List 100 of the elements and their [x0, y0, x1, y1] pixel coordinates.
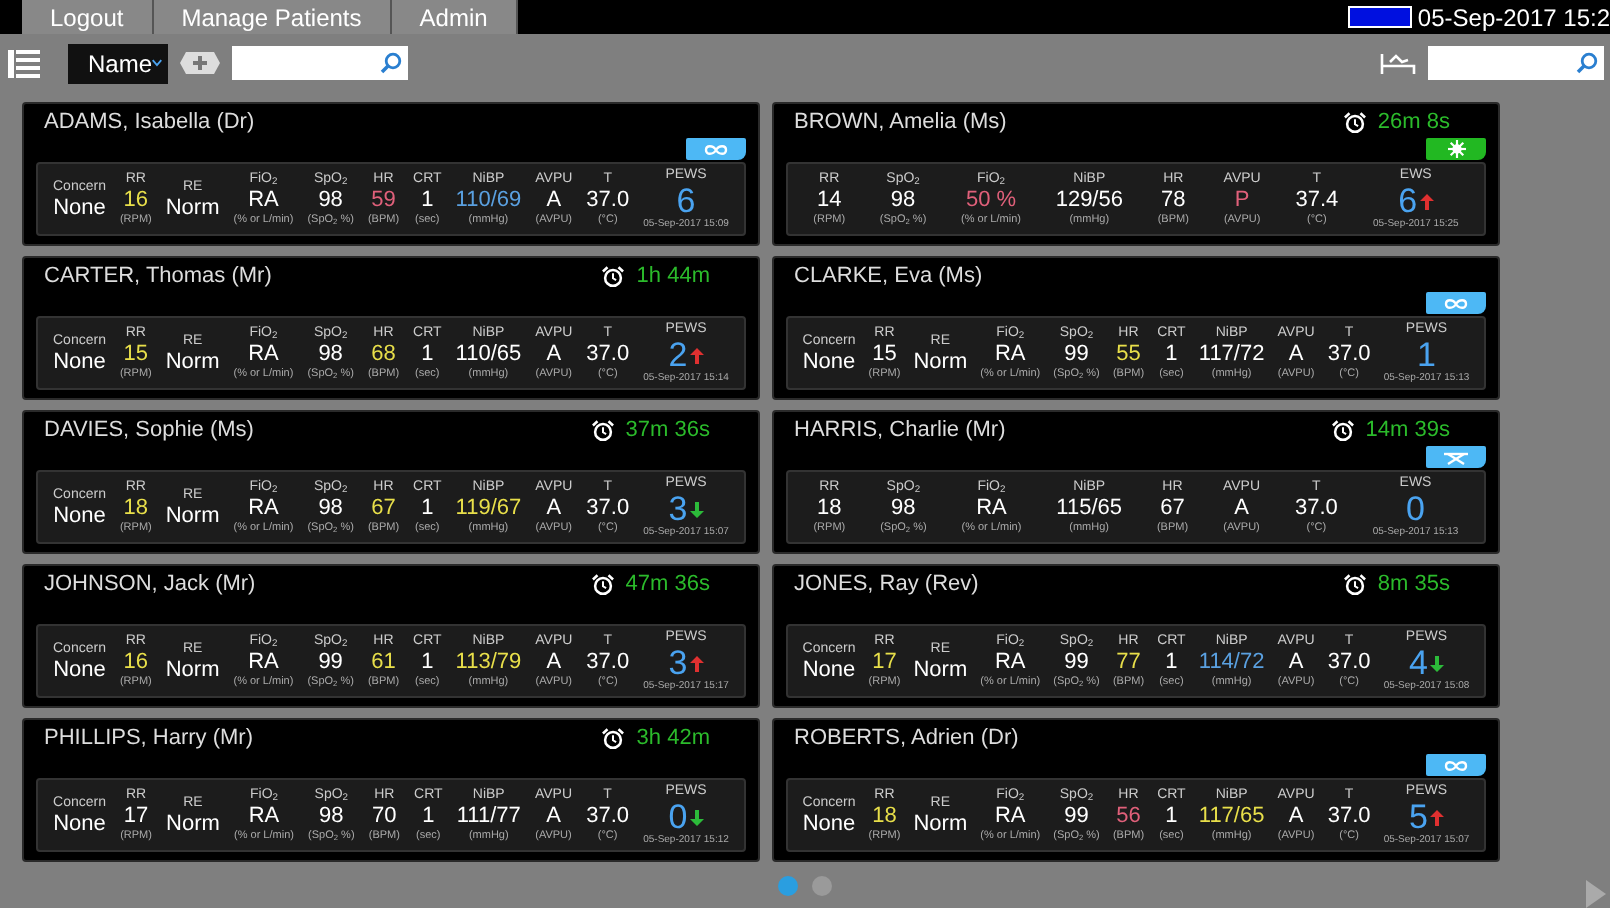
score-value: 6: [1398, 184, 1418, 218]
vital-value: 1: [421, 496, 434, 520]
patient-card[interactable]: [22, 718, 760, 862]
vital-value: 14: [816, 188, 842, 212]
list-icon[interactable]: [8, 47, 40, 79]
vital-value: 1: [421, 650, 434, 674]
bed-icon[interactable]: [1380, 51, 1416, 75]
page-dot[interactable]: [812, 875, 832, 895]
vital-value: A: [546, 650, 562, 674]
patient-card[interactable]: [22, 410, 760, 554]
vital-value: 1: [421, 342, 434, 366]
page-dot[interactable]: [778, 875, 798, 895]
vital-value: 37.4: [1295, 188, 1339, 212]
alarm-clock-icon: [1331, 419, 1354, 441]
vital-value: 15: [123, 342, 149, 366]
vital-value: RA: [994, 804, 1026, 828]
patient-name: CLARKE, Eva (Ms): [792, 264, 983, 288]
vital-value: A: [1288, 342, 1304, 366]
timer: 3h 42m: [636, 726, 710, 750]
vital-value: 110/69: [455, 188, 522, 212]
vital-value: 98: [891, 496, 916, 520]
vital-value: RA: [248, 650, 279, 674]
vital-value: A: [546, 496, 562, 520]
vital-value: 59: [371, 188, 396, 212]
alarm-clock-icon: [602, 727, 625, 749]
vital-value: 111/77: [456, 804, 521, 828]
vital-value: 37.0: [1294, 496, 1338, 520]
vital-value: 15: [872, 342, 897, 366]
vital-value: 17: [872, 650, 897, 674]
vital-value: 67: [1160, 496, 1185, 520]
patient-name: DAVIES, Sophie (Ms): [42, 418, 254, 442]
vital-value: Norm: [166, 812, 220, 836]
patient-card[interactable]: [22, 256, 760, 400]
vital-value: RA: [248, 342, 279, 366]
vital-value: A: [546, 188, 562, 212]
search-icon[interactable]: [1576, 52, 1598, 74]
vital-value: Norm: [913, 350, 968, 374]
vital-value: 68: [371, 342, 396, 366]
alarm-clock-icon: [1343, 573, 1366, 595]
vital-value: None: [53, 196, 106, 220]
score-value: 2: [668, 338, 688, 372]
score-value: 1: [1417, 338, 1436, 372]
vital-value: None: [53, 812, 106, 836]
score-value: 0: [1406, 492, 1425, 526]
patient-name: CARTER, Thomas (Mr): [42, 264, 272, 288]
nav-tab[interactable]: Logout: [22, 0, 154, 34]
vital-value: 67: [371, 496, 396, 520]
alarm-clock-icon: [591, 573, 614, 595]
nav-tab[interactable]: Manage Patients: [153, 0, 392, 34]
patient-name: BROWN, Amelia (Ms): [792, 110, 1007, 134]
add-icon[interactable]: [180, 48, 220, 78]
vital-value: 110/65: [455, 342, 522, 366]
vital-value: None: [802, 812, 856, 836]
vital-value: 17: [123, 804, 149, 828]
patient-card[interactable]: [22, 564, 760, 708]
vital-value: 129/56: [1055, 188, 1123, 212]
vital-value: 70: [372, 804, 397, 828]
patient-name: HARRIS, Charlie (Mr): [792, 418, 1006, 442]
vital-value: 37.0: [1327, 342, 1371, 366]
search-field[interactable]: [1428, 46, 1604, 80]
vital-value: 61: [371, 650, 396, 674]
sun-icon: [1447, 140, 1465, 158]
search-field[interactable]: [232, 46, 408, 80]
infinity-icon: [1444, 759, 1468, 771]
vital-value: RA: [248, 188, 279, 212]
vital-value: None: [53, 504, 106, 528]
vital-value: None: [53, 658, 106, 682]
vital-value: Norm: [913, 812, 968, 836]
vital-value: None: [802, 350, 856, 374]
vital-value: RA: [976, 496, 1007, 520]
vital-value: RA: [994, 342, 1026, 366]
nav-tab[interactable]: Admin: [391, 0, 518, 34]
vital-value: None: [53, 350, 106, 374]
vital-value: 50 %: [965, 188, 1017, 212]
vital-value: Norm: [165, 504, 220, 528]
search-icon[interactable]: [380, 52, 402, 74]
patient-card[interactable]: [772, 564, 1500, 708]
patient-name: ADAMS, Isabella (Dr): [42, 110, 255, 134]
vital-value: P: [1234, 188, 1250, 212]
vital-value: 98: [318, 342, 343, 366]
chevron-down-icon[interactable]: [152, 58, 162, 68]
timer: 1h 44m: [636, 264, 710, 288]
vital-value: 98: [890, 188, 916, 212]
vital-value: A: [1288, 650, 1304, 674]
patient-name: JOHNSON, Jack (Mr): [42, 572, 256, 596]
vital-value: 37.0: [586, 804, 630, 828]
timer: 47m 36s: [625, 572, 710, 596]
vital-value: 37.0: [586, 650, 630, 674]
vital-value: A: [546, 804, 561, 828]
infinity-icon: [1444, 297, 1468, 309]
vital-value: 117/72: [1198, 342, 1265, 366]
vital-value: 78: [1161, 188, 1186, 212]
timer: 8m 35s: [1377, 572, 1450, 596]
score-value: 3: [668, 646, 688, 680]
vital-value: 1: [422, 804, 435, 828]
vital-value: 98: [318, 496, 343, 520]
vital-value: 16: [123, 188, 149, 212]
vital-value: 18: [872, 804, 897, 828]
sort-dropdown[interactable]: Name: [68, 43, 168, 83]
alarm-clock-icon: [1343, 111, 1366, 133]
